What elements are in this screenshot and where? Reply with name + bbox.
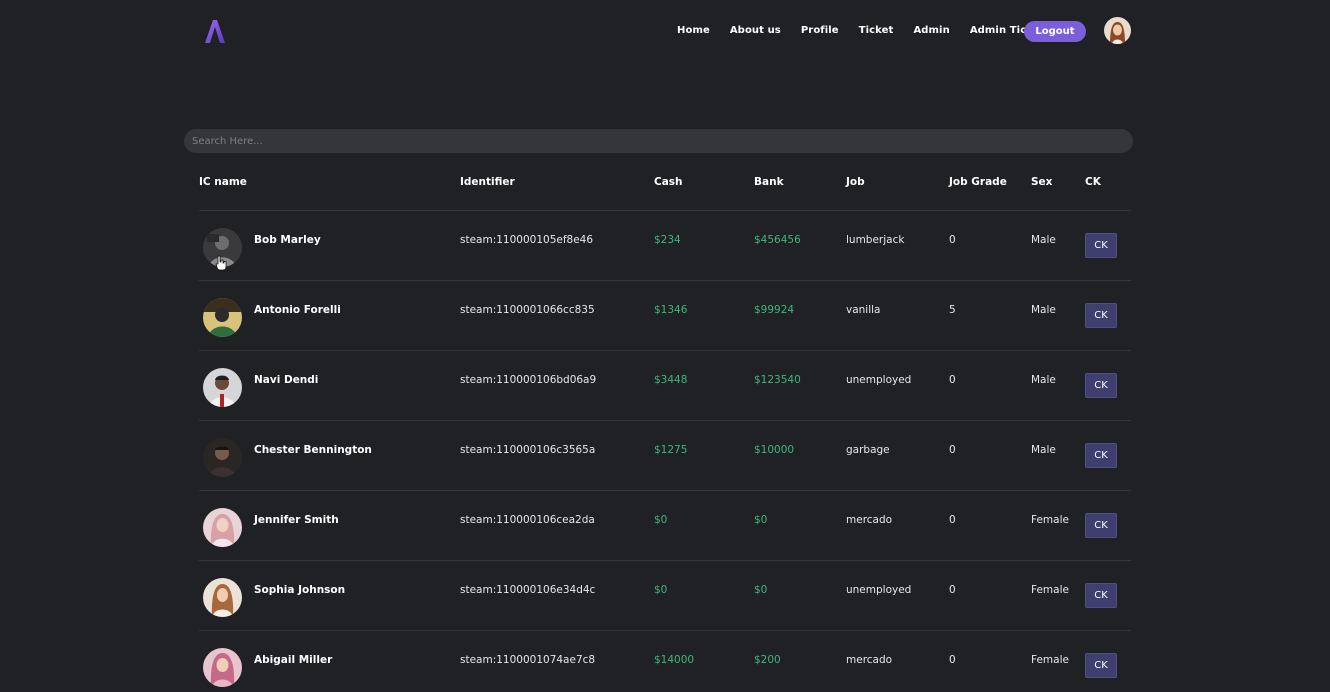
table-header: IC name Identifier Cash Bank Job Job Gra… xyxy=(199,164,1131,211)
ck-button[interactable]: CK xyxy=(1085,303,1117,328)
player-bank: $123540 xyxy=(754,374,801,386)
player-avatar xyxy=(203,298,242,337)
player-avatar xyxy=(203,508,242,547)
player-job-grade: 0 xyxy=(949,514,956,526)
player-identifier: steam:110000106c3565a xyxy=(460,444,596,456)
ck-button[interactable]: CK xyxy=(1085,233,1117,258)
player-job: unemployed xyxy=(846,584,912,596)
player-sex: Male xyxy=(1031,234,1056,246)
hand-cursor-icon xyxy=(215,255,227,271)
player-name: Abigail Miller xyxy=(254,654,333,666)
player-identifier: steam:110000105ef8e46 xyxy=(460,234,594,246)
player-avatar xyxy=(203,368,242,407)
ck-button[interactable]: CK xyxy=(1085,653,1117,678)
player-name: Antonio Forelli xyxy=(254,304,341,316)
header-sex[interactable]: Sex xyxy=(1031,176,1052,188)
header-cash[interactable]: Cash xyxy=(654,176,683,188)
player-job-grade: 0 xyxy=(949,584,956,596)
table-row[interactable]: Antonio Forelli steam:1100001066cc835 $1… xyxy=(199,281,1131,351)
player-job: unemployed xyxy=(846,374,912,386)
player-job: mercado xyxy=(846,514,893,526)
search-input[interactable] xyxy=(184,129,1133,153)
player-bank: $200 xyxy=(754,654,781,666)
player-sex: Male xyxy=(1031,444,1056,456)
header-ck[interactable]: CK xyxy=(1085,176,1101,188)
player-sex: Female xyxy=(1031,654,1069,666)
player-sex: Female xyxy=(1031,584,1069,596)
user-avatar[interactable] xyxy=(1104,17,1131,44)
player-name: Jennifer Smith xyxy=(254,514,339,526)
logout-button[interactable]: Logout xyxy=(1024,21,1086,42)
header-ic-name[interactable]: IC name xyxy=(199,176,247,188)
player-cash: $1346 xyxy=(654,304,688,316)
ck-button[interactable]: CK xyxy=(1085,373,1117,398)
nav-about-us[interactable]: About us xyxy=(730,20,781,42)
page: Home About us Profile Ticket Admin Admin… xyxy=(0,0,1330,692)
player-bank: $99924 xyxy=(754,304,795,316)
header-job-grade[interactable]: Job Grade xyxy=(949,176,1007,188)
player-name: Navi Dendi xyxy=(254,374,319,386)
player-avatar xyxy=(203,648,242,687)
player-job-grade: 0 xyxy=(949,654,956,666)
player-identifier: steam:110000106e34d4c xyxy=(460,584,596,596)
player-avatar xyxy=(203,578,242,617)
player-name: Sophia Johnson xyxy=(254,584,346,596)
main-nav: Home About us Profile Ticket Admin Admin… xyxy=(677,20,1064,42)
header-job[interactable]: Job xyxy=(846,176,865,188)
table-row[interactable]: Jennifer Smith steam:110000106cea2da $0 … xyxy=(199,491,1131,561)
player-job-grade: 0 xyxy=(949,374,956,386)
logo-icon[interactable] xyxy=(202,18,228,44)
player-job: lumberjack xyxy=(846,234,905,246)
player-sex: Male xyxy=(1031,304,1056,316)
player-job: garbage xyxy=(846,444,890,456)
player-sex: Female xyxy=(1031,514,1069,526)
ck-button[interactable]: CK xyxy=(1085,513,1117,538)
player-bank: $10000 xyxy=(754,444,795,456)
player-cash: $3448 xyxy=(654,374,688,386)
player-job-grade: 5 xyxy=(949,304,956,316)
header-identifier[interactable]: Identifier xyxy=(460,176,515,188)
nav-admin[interactable]: Admin xyxy=(913,20,949,42)
table-row[interactable]: Abigail Miller steam:1100001074ae7c8 $14… xyxy=(199,631,1131,692)
user-avatar-icon xyxy=(1104,17,1131,44)
player-cash: $0 xyxy=(654,584,668,596)
player-identifier: steam:110000106bd06a9 xyxy=(460,374,597,386)
player-job: mercado xyxy=(846,654,893,666)
player-identifier: steam:1100001066cc835 xyxy=(460,304,595,316)
player-sex: Male xyxy=(1031,374,1056,386)
ck-button[interactable]: CK xyxy=(1085,443,1117,468)
player-job: vanilla xyxy=(846,304,881,316)
table-row[interactable]: Sophia Johnson steam:110000106e34d4c $0 … xyxy=(199,561,1131,631)
player-cash: $14000 xyxy=(654,654,695,666)
player-bank: $456456 xyxy=(754,234,801,246)
player-cash: $0 xyxy=(654,514,668,526)
ck-button[interactable]: CK xyxy=(1085,583,1117,608)
player-job-grade: 0 xyxy=(949,234,956,246)
table-row[interactable]: Chester Bennington steam:110000106c3565a… xyxy=(199,421,1131,491)
header-bank[interactable]: Bank xyxy=(754,176,784,188)
player-identifier: steam:1100001074ae7c8 xyxy=(460,654,596,666)
player-job-grade: 0 xyxy=(949,444,956,456)
player-cash: $1275 xyxy=(654,444,688,456)
player-avatar xyxy=(203,438,242,477)
player-name: Bob Marley xyxy=(254,234,321,246)
player-bank: $0 xyxy=(754,584,768,596)
nav-profile[interactable]: Profile xyxy=(801,20,839,42)
player-cash: $234 xyxy=(654,234,681,246)
player-identifier: steam:110000106cea2da xyxy=(460,514,595,526)
players-table: IC name Identifier Cash Bank Job Job Gra… xyxy=(199,164,1131,692)
nav-home[interactable]: Home xyxy=(677,20,710,42)
nav-ticket[interactable]: Ticket xyxy=(859,20,894,42)
table-row[interactable]: Bob Marley steam:110000105ef8e46 $234 $4… xyxy=(199,211,1131,281)
table-row[interactable]: Navi Dendi steam:110000106bd06a9 $3448 $… xyxy=(199,351,1131,421)
player-name: Chester Bennington xyxy=(254,444,372,456)
player-bank: $0 xyxy=(754,514,768,526)
